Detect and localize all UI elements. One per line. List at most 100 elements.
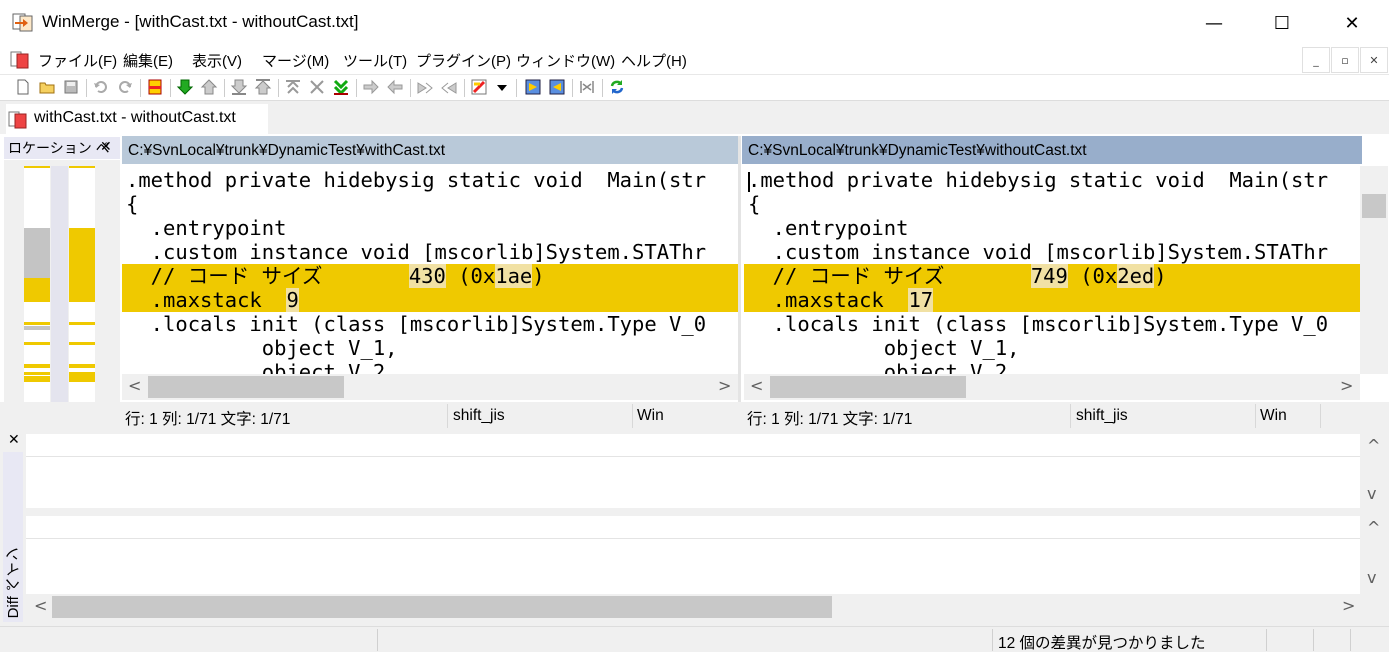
copy-right-advance-icon[interactable] xyxy=(416,78,434,96)
current-diff-icon[interactable] xyxy=(146,78,164,96)
copy-right-icon[interactable] xyxy=(362,78,380,96)
diff-count-message: 12 個の差異が見つかりました xyxy=(998,635,1206,652)
right-cursor-position: 行: 1 列: 1/71 文字: 1/71 xyxy=(747,411,913,428)
next-conflict-icon[interactable] xyxy=(332,78,350,96)
code-line: object V_1, xyxy=(122,336,738,360)
scroll-left-arrow-icon[interactable]: < xyxy=(750,376,763,395)
line-text: // コード サイズ xyxy=(126,264,409,288)
location-pane-close-icon[interactable]: ✕ xyxy=(100,139,112,155)
first-diff-icon[interactable] xyxy=(254,78,272,96)
close-window-button[interactable]: ✕ xyxy=(1329,0,1375,46)
diff-pane-hscroll[interactable]: < > xyxy=(26,594,1360,620)
left-pane-path-header: C:¥SvnLocal¥trunk¥DynamicTest¥withCast.t… xyxy=(122,136,738,164)
status-separator xyxy=(1070,404,1071,428)
copy-left-advance-icon[interactable] xyxy=(440,78,458,96)
word-diff: 430 xyxy=(408,264,446,288)
collapse-icon[interactable] xyxy=(578,78,596,96)
code-line: { xyxy=(122,192,738,216)
refresh-icon[interactable] xyxy=(608,78,626,96)
location-viewport[interactable] xyxy=(51,166,68,416)
line-text: .locals init (class [mscorlib]System.Typ… xyxy=(748,312,1329,336)
menu-merge[interactable]: マージ(M) xyxy=(262,50,329,71)
copy-left-icon[interactable] xyxy=(386,78,404,96)
menu-window[interactable]: ウィンドウ(W) xyxy=(516,50,615,71)
pane-splitter[interactable] xyxy=(738,136,741,432)
toolbar-separator xyxy=(572,79,573,97)
line-text: // コード サイズ xyxy=(748,264,1031,288)
right-file-path: C:¥SvnLocal¥trunk¥DynamicTest¥withoutCas… xyxy=(748,142,1087,159)
menu-tools[interactable]: ツール(T) xyxy=(343,50,407,71)
minimize-button[interactable]: — xyxy=(1191,0,1237,46)
diff-pane-title-bar: Diff ペイン xyxy=(3,452,23,622)
diff-pane-vscroll-bottom[interactable]: ^ v xyxy=(1360,516,1388,594)
diff-pane-close-icon[interactable]: ✕ xyxy=(8,432,20,448)
line-text: object V_1, xyxy=(748,336,1020,360)
mdi-close-button[interactable]: ✕ xyxy=(1360,47,1388,73)
left-scroll-thumb[interactable] xyxy=(148,376,344,398)
title-bar: WinMerge - [withCast.txt - withoutCast.t… xyxy=(0,0,1389,46)
open-folder-icon[interactable] xyxy=(38,78,56,96)
right-editor[interactable]: .method private hidebysig static void Ma… xyxy=(744,166,1360,374)
line-text: .method private hidebysig static void Ma… xyxy=(126,168,707,192)
scroll-right-arrow-icon[interactable]: > xyxy=(718,376,731,395)
diff-pane-hscroll-thumb[interactable] xyxy=(52,596,832,618)
menu-file[interactable]: ファイル(F) xyxy=(38,50,117,71)
scroll-left-arrow-icon[interactable]: < xyxy=(128,376,141,395)
code-line: .entrypoint xyxy=(744,216,1360,240)
diff-line: // コード サイズ 749 (0x2ed) xyxy=(744,264,1360,288)
maximize-button[interactable]: ☐ xyxy=(1259,0,1305,46)
diff-pane-right-view[interactable] xyxy=(26,516,1360,594)
menu-edit[interactable]: 編集(E) xyxy=(123,50,173,71)
prev-diff-icon[interactable] xyxy=(200,78,218,96)
menu-help[interactable]: ヘルプ(H) xyxy=(621,50,687,71)
toolbar-separator xyxy=(410,79,411,97)
vertical-scroll-thumb[interactable] xyxy=(1362,194,1386,218)
code-line: { xyxy=(744,192,1360,216)
diff-line: // コード サイズ 430 (0x1ae) xyxy=(122,264,738,288)
first-diff-up-icon[interactable] xyxy=(284,78,302,96)
line-text: { xyxy=(748,192,761,216)
status-separator xyxy=(1320,404,1321,428)
code-line: object V_2 xyxy=(744,360,1360,374)
line-text: .custom instance void [mscorlib]System.S… xyxy=(748,240,1329,264)
toolbar-separator xyxy=(86,79,87,97)
line-text: .entrypoint xyxy=(126,216,287,240)
menu-view[interactable]: 表示(V) xyxy=(192,50,242,71)
main-status-bar: 12 個の差異が見つかりました xyxy=(0,626,1389,652)
window-title: WinMerge - [withCast.txt - withoutCast.t… xyxy=(42,12,359,31)
toolbar-separator xyxy=(602,79,603,97)
left-only-icon[interactable] xyxy=(524,78,542,96)
left-encoding: shift_jis xyxy=(453,407,505,424)
word-diff: 749 xyxy=(1030,264,1068,288)
toolbar-separator xyxy=(278,79,279,97)
line-text: .maxstack xyxy=(126,288,287,312)
toolbar-separator xyxy=(464,79,465,97)
code-line: .method private hidebysig static void Ma… xyxy=(122,168,738,192)
next-diff-icon[interactable] xyxy=(176,78,194,96)
right-only-icon[interactable] xyxy=(548,78,566,96)
left-editor[interactable]: .method private hidebysig static void Ma… xyxy=(122,166,738,374)
line-text: ) xyxy=(532,264,545,288)
text-cursor xyxy=(748,172,750,192)
scroll-right-arrow-icon[interactable]: > xyxy=(1340,376,1353,395)
menu-plugins[interactable]: プラグイン(P) xyxy=(416,50,511,71)
dropdown-arrow-icon[interactable] xyxy=(496,83,508,93)
mdi-restore-button[interactable]: ▫ xyxy=(1331,47,1359,73)
right-vertical-scrollbar[interactable] xyxy=(1360,166,1388,374)
left-file-path: C:¥SvnLocal¥trunk¥DynamicTest¥withCast.t… xyxy=(128,142,446,159)
undo-icon[interactable] xyxy=(92,78,110,96)
last-diff-icon[interactable] xyxy=(230,78,248,96)
options-icon[interactable] xyxy=(470,78,488,96)
right-scroll-thumb[interactable] xyxy=(770,376,966,398)
diff-pane-left-view[interactable] xyxy=(26,434,1360,508)
save-icon[interactable] xyxy=(62,78,80,96)
mdi-minimize-button[interactable]: _ xyxy=(1302,47,1330,73)
new-file-icon[interactable] xyxy=(14,78,32,96)
diff-pane-vscroll-top[interactable]: ^ v xyxy=(1360,434,1388,508)
redo-icon[interactable] xyxy=(116,78,134,96)
conflict-diff-icon[interactable] xyxy=(308,78,326,96)
code-line: object V_1, xyxy=(744,336,1360,360)
code-line: .entrypoint xyxy=(122,216,738,240)
left-eol: Win xyxy=(637,407,664,424)
location-bar-left xyxy=(24,166,50,416)
